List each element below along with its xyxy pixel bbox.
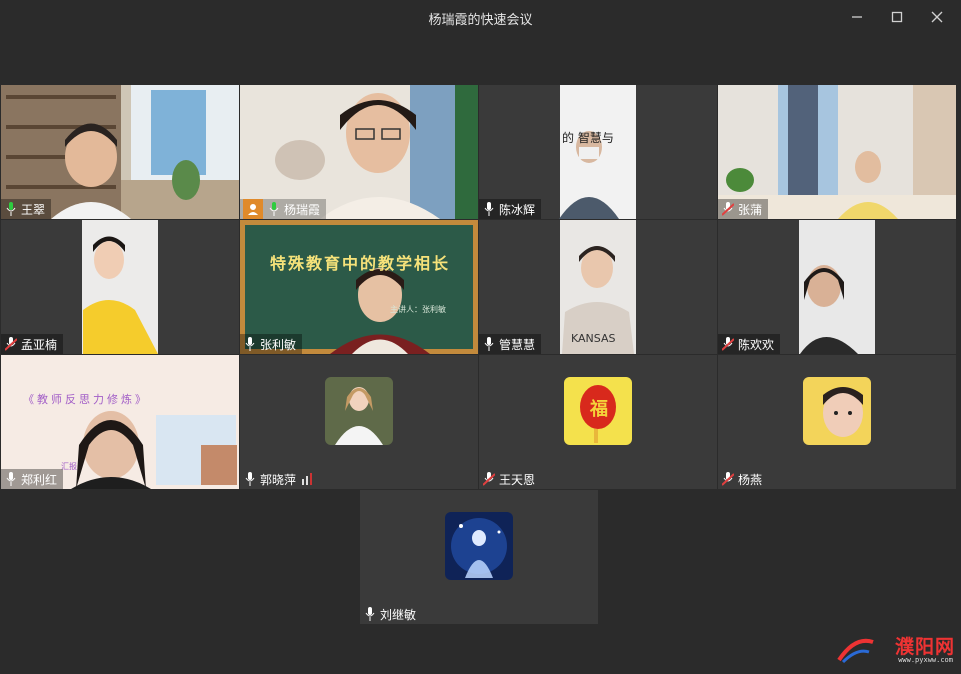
participant-namebar: 王翠 bbox=[1, 199, 52, 219]
participant-name: 王天恩 bbox=[499, 472, 536, 487]
mic-muted-icon bbox=[721, 336, 735, 352]
participant-tile[interactable]: 《教师反思力修炼》 汇报 郑利红 bbox=[1, 355, 239, 489]
participant-tile[interactable]: 张蒲 bbox=[718, 85, 956, 219]
participant-name: 孟亚楠 bbox=[21, 337, 58, 352]
slide-text: 的 智慧与 bbox=[562, 131, 614, 145]
slide-tag: 汇报 bbox=[61, 462, 77, 471]
mic-icon bbox=[243, 471, 257, 487]
host-icon bbox=[243, 199, 263, 219]
slide-title: 《教师反思力修炼》 bbox=[23, 393, 149, 406]
mic-icon bbox=[267, 201, 281, 217]
mic-icon bbox=[363, 606, 377, 622]
participant-name: 刘继敏 bbox=[380, 607, 417, 622]
participant-namebar: 张利敏 bbox=[240, 334, 303, 354]
participant-namebar: 刘继敏 bbox=[360, 604, 422, 624]
participant-tile[interactable]: 孟亚楠 bbox=[1, 220, 239, 354]
close-icon[interactable] bbox=[926, 6, 948, 28]
participant-avatar bbox=[325, 377, 393, 445]
watermark-text: 濮阳网 bbox=[894, 636, 955, 658]
participant-namebar: 王天恩 bbox=[479, 469, 541, 489]
participant-name: 王翠 bbox=[21, 202, 46, 217]
avatar-text: 福 bbox=[590, 399, 608, 420]
participant-tile[interactable]: 陈欢欢 bbox=[718, 220, 956, 354]
participant-name: 张利敏 bbox=[260, 337, 297, 352]
mic-icon bbox=[482, 201, 496, 217]
mic-muted-icon bbox=[482, 471, 496, 487]
participant-name: 陈欢欢 bbox=[738, 337, 775, 352]
participant-avatar bbox=[803, 377, 871, 445]
signal-strength-icon bbox=[302, 473, 313, 485]
participant-name: 杨燕 bbox=[738, 472, 763, 487]
svg-text:KANSAS: KANSAS bbox=[571, 332, 615, 345]
participant-name: 郭晓萍 bbox=[260, 472, 297, 487]
participant-name: 张蒲 bbox=[738, 202, 763, 217]
participant-namebar: 孟亚楠 bbox=[1, 334, 64, 354]
participant-name: 郑利红 bbox=[21, 472, 58, 487]
participant-namebar: 张蒲 bbox=[718, 199, 769, 219]
window-title: 杨瑞霞的快速会议 bbox=[428, 13, 533, 28]
participant-tile[interactable]: 王翠 bbox=[1, 85, 239, 219]
participant-namebar: 杨瑞霞 bbox=[240, 199, 327, 219]
site-watermark: 濮阳网 www.pyxww.com bbox=[835, 632, 955, 668]
participant-tile[interactable]: 福 王天恩 bbox=[479, 355, 717, 489]
watermark-url: www.pyxww.com bbox=[898, 656, 953, 664]
mic-icon bbox=[4, 201, 18, 217]
participant-tile[interactable]: KANSAS 管慧慧 bbox=[479, 220, 717, 354]
maximize-icon[interactable] bbox=[886, 6, 908, 28]
participant-tile[interactable]: 杨燕 bbox=[718, 355, 956, 489]
mic-icon bbox=[243, 336, 257, 352]
participant-tile[interactable]: 刘继敏 bbox=[360, 490, 598, 624]
blackboard-subtitle: 主讲人：张利敏 bbox=[390, 305, 446, 314]
mic-muted-icon bbox=[721, 201, 735, 217]
participant-namebar: 郭晓萍 bbox=[240, 469, 318, 489]
title-bar: 杨瑞霞的快速会议 bbox=[0, 0, 961, 34]
mic-icon bbox=[482, 336, 496, 352]
participant-tile-active-speaker[interactable]: 杨瑞霞 bbox=[240, 85, 478, 219]
participant-name: 陈冰辉 bbox=[499, 202, 536, 217]
watermark-logo-icon bbox=[837, 638, 874, 664]
minimize-icon[interactable] bbox=[846, 6, 868, 28]
participant-namebar: 陈欢欢 bbox=[718, 334, 781, 354]
mic-muted-icon bbox=[721, 471, 735, 487]
participant-namebar: 郑利红 bbox=[1, 469, 64, 489]
mic-icon bbox=[4, 471, 18, 487]
participant-tile[interactable]: 特殊教育中的教学相长 主讲人：张利敏 张利敏 bbox=[240, 220, 478, 354]
participant-name: 杨瑞霞 bbox=[284, 202, 321, 217]
blackboard-title: 特殊教育中的教学相长 bbox=[270, 254, 451, 273]
mic-muted-icon bbox=[4, 336, 18, 352]
participant-name: 管慧慧 bbox=[499, 337, 536, 352]
participant-namebar: 陈冰辉 bbox=[479, 199, 542, 219]
participant-namebar: 杨燕 bbox=[718, 469, 768, 489]
participant-namebar: 管慧慧 bbox=[479, 334, 542, 354]
participant-avatar bbox=[445, 512, 513, 580]
participant-tile[interactable]: 郭晓萍 bbox=[240, 355, 478, 489]
participant-tile[interactable]: 的 智慧与 陈冰辉 bbox=[479, 85, 717, 219]
